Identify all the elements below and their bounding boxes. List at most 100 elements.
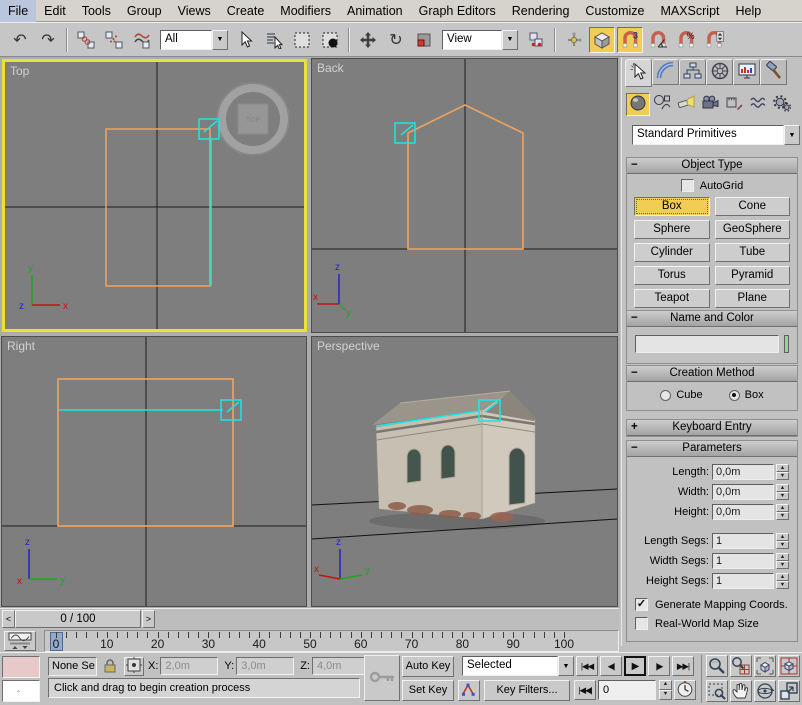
select-by-name-icon[interactable] [261,27,287,53]
checkbox-real-world-map-size[interactable]: Real-World Map Size [627,614,797,633]
checkbox-box[interactable] [635,617,648,630]
checkbox-generate-mapping-coords-[interactable]: ✓Generate Mapping Coords. [627,595,797,614]
coord-value-field[interactable]: 4,0m [312,657,370,675]
tab-display-tab[interactable] [733,59,760,85]
subtab-spacewarps[interactable] [746,93,770,116]
play-icon[interactable]: ▶ [624,656,646,676]
object-type-teapot-button[interactable]: Teapot [634,289,710,308]
spinner-control[interactable]: ▲▼ [776,553,789,569]
next-frame-icon[interactable]: |▶ [648,656,670,676]
menu-group[interactable]: Group [119,0,170,22]
previous-frame-icon[interactable]: ◀| [600,656,622,676]
collapse-icon[interactable]: − [631,366,643,381]
frame-spinner[interactable]: ▲▼ [659,680,672,700]
window-crossing-icon[interactable] [317,27,343,53]
snaps-toggle-icon[interactable] [589,27,615,53]
pan-icon[interactable] [730,680,752,702]
spinner-snap-icon[interactable] [701,27,727,53]
object-type-sphere-button[interactable]: Sphere [634,220,710,239]
checkbox-box[interactable]: ✓ [635,598,648,611]
radio-box[interactable] [729,390,740,401]
object-type-torus-button[interactable]: Torus [634,266,710,285]
arc-rotate-icon[interactable] [754,680,776,702]
menu-modifiers[interactable]: Modifiers [272,0,339,22]
chevron-down-icon[interactable]: ▼ [502,30,518,50]
menu-views[interactable]: Views [170,0,219,22]
tab-hierarchy-tab[interactable] [679,59,706,85]
menu-animation[interactable]: Animation [339,0,411,22]
chevron-down-icon[interactable]: ▼ [784,125,800,145]
object-type-tube-button[interactable]: Tube [715,243,791,262]
set-keys-button[interactable] [364,655,400,701]
select-and-rotate-icon[interactable]: ↻ [383,27,409,53]
subtab-shapes[interactable] [650,93,674,116]
set-key-button[interactable]: Set Key [402,680,454,701]
redo-icon[interactable]: ↷ [35,27,61,53]
angle-snap-icon[interactable] [645,27,671,53]
unlink-selection-icon[interactable] [101,27,127,53]
select-object-icon[interactable] [233,27,259,53]
select-and-link-icon[interactable] [73,27,99,53]
tab-motion-tab[interactable] [706,59,733,85]
subtab-cameras[interactable] [698,93,722,116]
use-pivot-center-icon[interactable] [523,27,549,53]
object-type-plane-button[interactable]: Plane [715,289,791,308]
absolute-mode-toggle[interactable] [124,657,144,676]
viewport-top[interactable]: Top TOP y x z [2,59,307,332]
zoom-extents-all-icon[interactable] [778,655,800,677]
menu-help[interactable]: Help [728,0,770,22]
selection-set-select[interactable]: Selected ▼ [462,656,574,676]
next-frame-arrow[interactable]: > [142,610,155,628]
percent-snap-icon[interactable]: % [673,27,699,53]
bind-to-space-warp-icon[interactable] [129,27,155,53]
creation-method-box[interactable]: Box [729,389,764,401]
coord-value-field[interactable]: 2,0m [160,657,218,675]
object-name-input[interactable] [635,335,779,353]
menu-graph-editors[interactable]: Graph Editors [411,0,504,22]
subtab-systems[interactable] [770,93,794,116]
object-type-cone-button[interactable]: Cone [715,197,791,216]
auto-key-button[interactable]: Auto Key [402,656,454,677]
select-and-move-icon[interactable] [355,27,381,53]
primitive-category-select[interactable]: Standard Primitives ▼ [632,125,800,145]
viewport-back[interactable]: Back z x y [311,58,618,333]
object-type-cylinder-button[interactable]: Cylinder [634,243,710,262]
tab-modify-tab[interactable] [652,59,679,85]
collapse-icon[interactable]: − [631,311,643,326]
tab-utilities-tab[interactable] [760,59,787,85]
menu-maxscript[interactable]: MAXScript [652,0,727,22]
undo-icon[interactable]: ↶ [7,27,33,53]
creation-method-cube[interactable]: Cube [660,389,702,401]
time-configuration-button[interactable] [674,680,696,700]
object-type-box-button[interactable]: Box [634,197,710,216]
key-mode-toggle[interactable]: |◀◀| [574,680,596,700]
macro-recorder-box[interactable] [2,656,40,678]
chevron-down-icon[interactable]: ▼ [212,30,228,50]
param-value-field[interactable]: 1 [712,553,774,569]
zoom-region-icon[interactable] [706,680,728,702]
coord-value-field[interactable]: 3,0m [236,657,294,675]
selection-filter-select[interactable]: All▼ [160,30,228,50]
minmax-toggle-icon[interactable] [778,680,800,702]
spinner-control[interactable]: ▲▼ [776,504,789,520]
go-end-icon[interactable]: ▶▶| [672,656,694,676]
object-type-geosphere-button[interactable]: GeoSphere [715,220,791,239]
track-bar-ruler[interactable]: 0102030405060708090100 [44,630,619,652]
collapse-icon[interactable]: − [631,158,643,173]
go-start-icon[interactable]: |◀◀ [576,656,598,676]
viewport-right-label[interactable]: Right [7,339,35,353]
select-and-manipulate-icon[interactable] [561,27,587,53]
select-and-scale-icon[interactable] [411,27,437,53]
spinner-control[interactable]: ▲▼ [776,573,789,589]
param-value-field[interactable]: 0,0m [712,484,774,500]
spinner-control[interactable]: ▲▼ [776,484,789,500]
name-color-rollout-header[interactable]: − Name and Color [627,311,797,327]
object-type-rollout-header[interactable]: − Object Type [627,158,797,174]
param-value-field[interactable]: 1 [712,533,774,549]
menu-customize[interactable]: Customize [577,0,652,22]
current-frame-field[interactable]: 0 [598,680,656,700]
object-color-swatch[interactable] [784,335,789,353]
zoom-icon[interactable] [706,655,728,677]
menu-file[interactable]: File [0,0,36,22]
radio-cube[interactable] [660,390,671,401]
